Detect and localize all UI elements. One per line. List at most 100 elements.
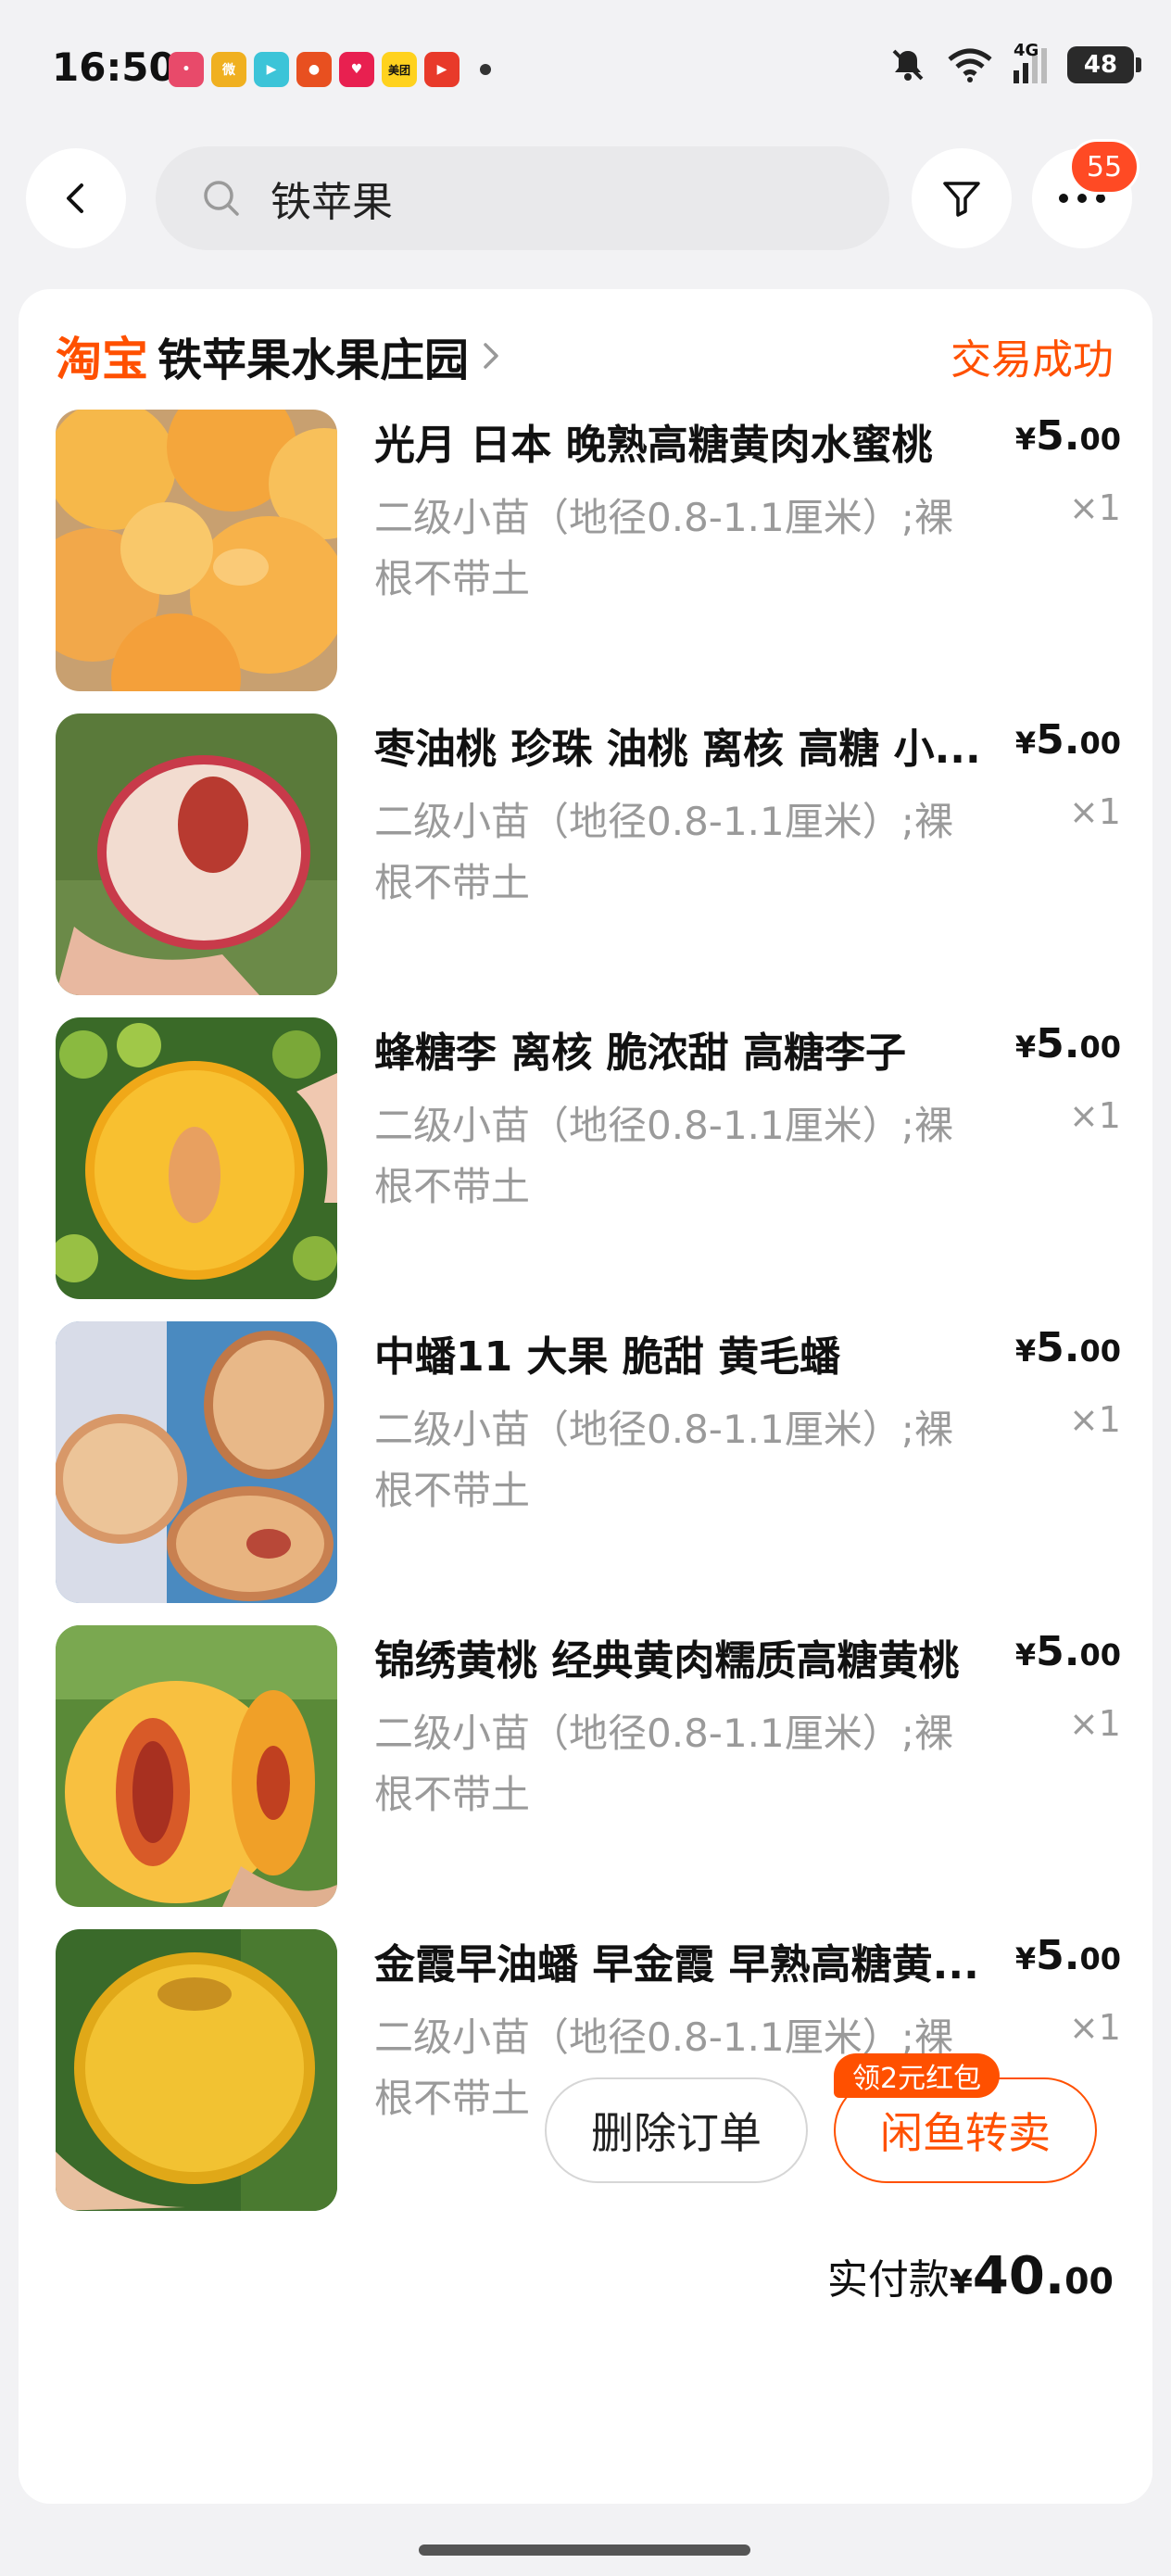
price-int: 5. xyxy=(1036,1324,1080,1371)
meituan-icon: 美团 xyxy=(382,52,417,87)
battery-icon: 48 xyxy=(1067,46,1141,83)
product-title[interactable]: 金霞早油蟠 早金霞 早熟高糖黄... xyxy=(374,1935,1023,1996)
product-title[interactable]: 光月 日本 晚熟高糖黄肉水蜜桃 xyxy=(374,415,1023,476)
red-packet-promo-tag: 领2元红包 xyxy=(834,2053,1001,2098)
status-bar: 16:50 • 微 ▶ ● ♥ 美团 ▶ 4G 48 xyxy=(0,0,1171,139)
total-amount-int: 40. xyxy=(972,2246,1065,2306)
product-spec: 二级小苗（地径0.8-1.1厘米）;裸 根不带土 xyxy=(374,1703,1023,1825)
product-photo xyxy=(56,1321,337,1603)
play-app-icon: ▶ xyxy=(424,52,460,87)
product-spec-line: 根不带土 xyxy=(374,556,531,601)
heart-app-icon: ♥ xyxy=(339,52,374,87)
product-spec: 二级小苗（地径0.8-1.1厘米）;裸 根不带土 xyxy=(374,1399,1023,1522)
product-spec-line: 二级小苗（地径0.8-1.1厘米）;裸 xyxy=(374,1407,953,1452)
total-amount-dec: 00 xyxy=(1064,2261,1114,2302)
order-item[interactable]: 光月 日本 晚熟高糖黄肉水蜜桃 二级小苗（地径0.8-1.1厘米）;裸 根不带土… xyxy=(56,410,1121,691)
price-dec: 00 xyxy=(1079,726,1121,761)
price-int: 5. xyxy=(1036,1932,1080,1979)
price-currency: ¥ xyxy=(1014,726,1037,761)
product-title[interactable]: 枣油桃 珍珠 油桃 离核 高糖 小... xyxy=(374,719,1023,780)
total-currency: ¥ xyxy=(949,2264,973,2302)
order-item[interactable]: 中蟠11 大果 脆甜 黄毛蟠 二级小苗（地径0.8-1.1厘米）;裸 根不带土 … xyxy=(56,1321,1121,1603)
product-spec-line: 二级小苗（地径0.8-1.1厘米）;裸 xyxy=(374,799,953,844)
status-right: 4G 48 xyxy=(889,41,1141,83)
filter-button[interactable] xyxy=(912,148,1012,248)
search-query: 铁苹果 xyxy=(271,179,393,226)
price-int: 5. xyxy=(1036,412,1080,460)
product-image[interactable] xyxy=(56,1321,337,1603)
order-item[interactable]: 锦绣黄桃 经典黄肉糯质高糖黄桃 二级小苗（地径0.8-1.1厘米）;裸 根不带土… xyxy=(56,1625,1121,1907)
product-spec: 二级小苗（地径0.8-1.1厘米）;裸 根不带土 xyxy=(374,1095,1023,1218)
price-currency: ¥ xyxy=(1014,1637,1037,1673)
product-photo xyxy=(56,1929,337,2211)
product-spec-line: 二级小苗（地径0.8-1.1厘米）;裸 xyxy=(374,1711,953,1756)
price-dec: 00 xyxy=(1079,1941,1121,1976)
signal-icon: 4G xyxy=(1014,41,1047,83)
product-spec: 二级小苗（地径0.8-1.1厘米）;裸 根不带土 xyxy=(374,791,1023,914)
total-paid: 实付款 ¥ 40. 00 xyxy=(827,2246,1114,2306)
order-item[interactable]: 蜂糖李 离核 脆浓甜 高糖李子 二级小苗（地径0.8-1.1厘米）;裸 根不带土… xyxy=(56,1017,1121,1299)
price-currency: ¥ xyxy=(1014,1029,1037,1065)
delete-order-button[interactable]: 删除订单 xyxy=(545,2077,808,2183)
product-photo xyxy=(56,1625,337,1907)
search-input[interactable]: 铁苹果 xyxy=(156,146,889,250)
mute-icon xyxy=(892,49,924,81)
product-price: ¥5.00 xyxy=(1015,410,1121,462)
filter-icon xyxy=(943,182,980,217)
product-price: ¥5.00 xyxy=(1015,1929,1121,1982)
price-dec: 00 xyxy=(1079,1637,1121,1673)
product-image[interactable] xyxy=(56,1625,337,1907)
game-app-icon: ● xyxy=(296,52,332,87)
product-title[interactable]: 中蟠11 大果 脆甜 黄毛蟠 xyxy=(374,1327,1023,1388)
product-spec-line: 二级小苗（地径0.8-1.1厘米）;裸 xyxy=(374,1103,953,1148)
app-icon-red: • xyxy=(169,52,204,87)
search-icon xyxy=(204,181,239,216)
wifi-icon xyxy=(948,48,992,82)
product-photo xyxy=(56,1017,337,1299)
shop-name: 铁苹果水果庄园 xyxy=(157,335,470,386)
order-item[interactable]: 枣油桃 珍珠 油桃 离核 高糖 小... 二级小苗（地径0.8-1.1厘米）;裸… xyxy=(56,713,1121,995)
price-int: 5. xyxy=(1036,716,1080,764)
shop-link[interactable]: 淘宝 铁苹果水果庄园 xyxy=(56,322,504,389)
product-spec-line: 根不带土 xyxy=(374,1164,531,1209)
product-title[interactable]: 锦绣黄桃 经典黄肉糯质高糖黄桃 xyxy=(374,1631,1023,1692)
price-dec: 00 xyxy=(1079,1029,1121,1065)
order-status: 交易成功 xyxy=(951,336,1114,384)
product-spec-line: 根不带土 xyxy=(374,1468,531,1513)
status-time: 16:50 xyxy=(52,44,176,90)
price-currency: ¥ xyxy=(1014,422,1037,457)
product-spec: 二级小苗（地径0.8-1.1厘米）;裸 根不带土 xyxy=(374,487,1023,610)
video-app-icon: ▶ xyxy=(254,52,289,87)
price-currency: ¥ xyxy=(1014,1941,1037,1976)
network-type: 4G xyxy=(1014,41,1039,60)
product-quantity: ×1 xyxy=(1068,1095,1121,1136)
product-image[interactable] xyxy=(56,1017,337,1299)
product-price: ¥5.00 xyxy=(1015,1625,1121,1678)
product-title[interactable]: 蜂糖李 离核 脆浓甜 高糖李子 xyxy=(374,1023,1023,1084)
product-price: ¥5.00 xyxy=(1015,1321,1121,1374)
price-dec: 00 xyxy=(1079,422,1121,457)
back-button[interactable] xyxy=(26,148,126,248)
product-spec-line: 二级小苗（地径0.8-1.1厘米）;裸 xyxy=(374,495,953,540)
product-photo xyxy=(56,713,337,995)
product-price: ¥5.00 xyxy=(1015,1017,1121,1070)
product-image[interactable] xyxy=(56,713,337,995)
status-app-icons: • 微 ▶ ● ♥ 美团 ▶ xyxy=(169,52,491,87)
price-currency: ¥ xyxy=(1014,1333,1037,1369)
taobao-logo: 淘宝 xyxy=(56,333,148,386)
product-image[interactable] xyxy=(56,1929,337,2211)
product-quantity: ×1 xyxy=(1068,1703,1121,1744)
product-price: ¥5.00 xyxy=(1015,713,1121,766)
chevron-left-icon xyxy=(67,183,83,213)
product-quantity: ×1 xyxy=(1068,1399,1121,1440)
product-spec-line: 根不带土 xyxy=(374,860,531,905)
price-int: 5. xyxy=(1036,1628,1080,1675)
home-indicator[interactable] xyxy=(419,2544,750,2556)
message-count-badge: 55 xyxy=(1069,139,1140,195)
product-quantity: ×1 xyxy=(1068,2007,1121,2048)
product-spec-line: 根不带土 xyxy=(374,1772,531,1817)
product-image[interactable] xyxy=(56,410,337,691)
price-int: 5. xyxy=(1036,1020,1080,1067)
product-quantity: ×1 xyxy=(1068,791,1121,832)
product-quantity: ×1 xyxy=(1068,487,1121,528)
